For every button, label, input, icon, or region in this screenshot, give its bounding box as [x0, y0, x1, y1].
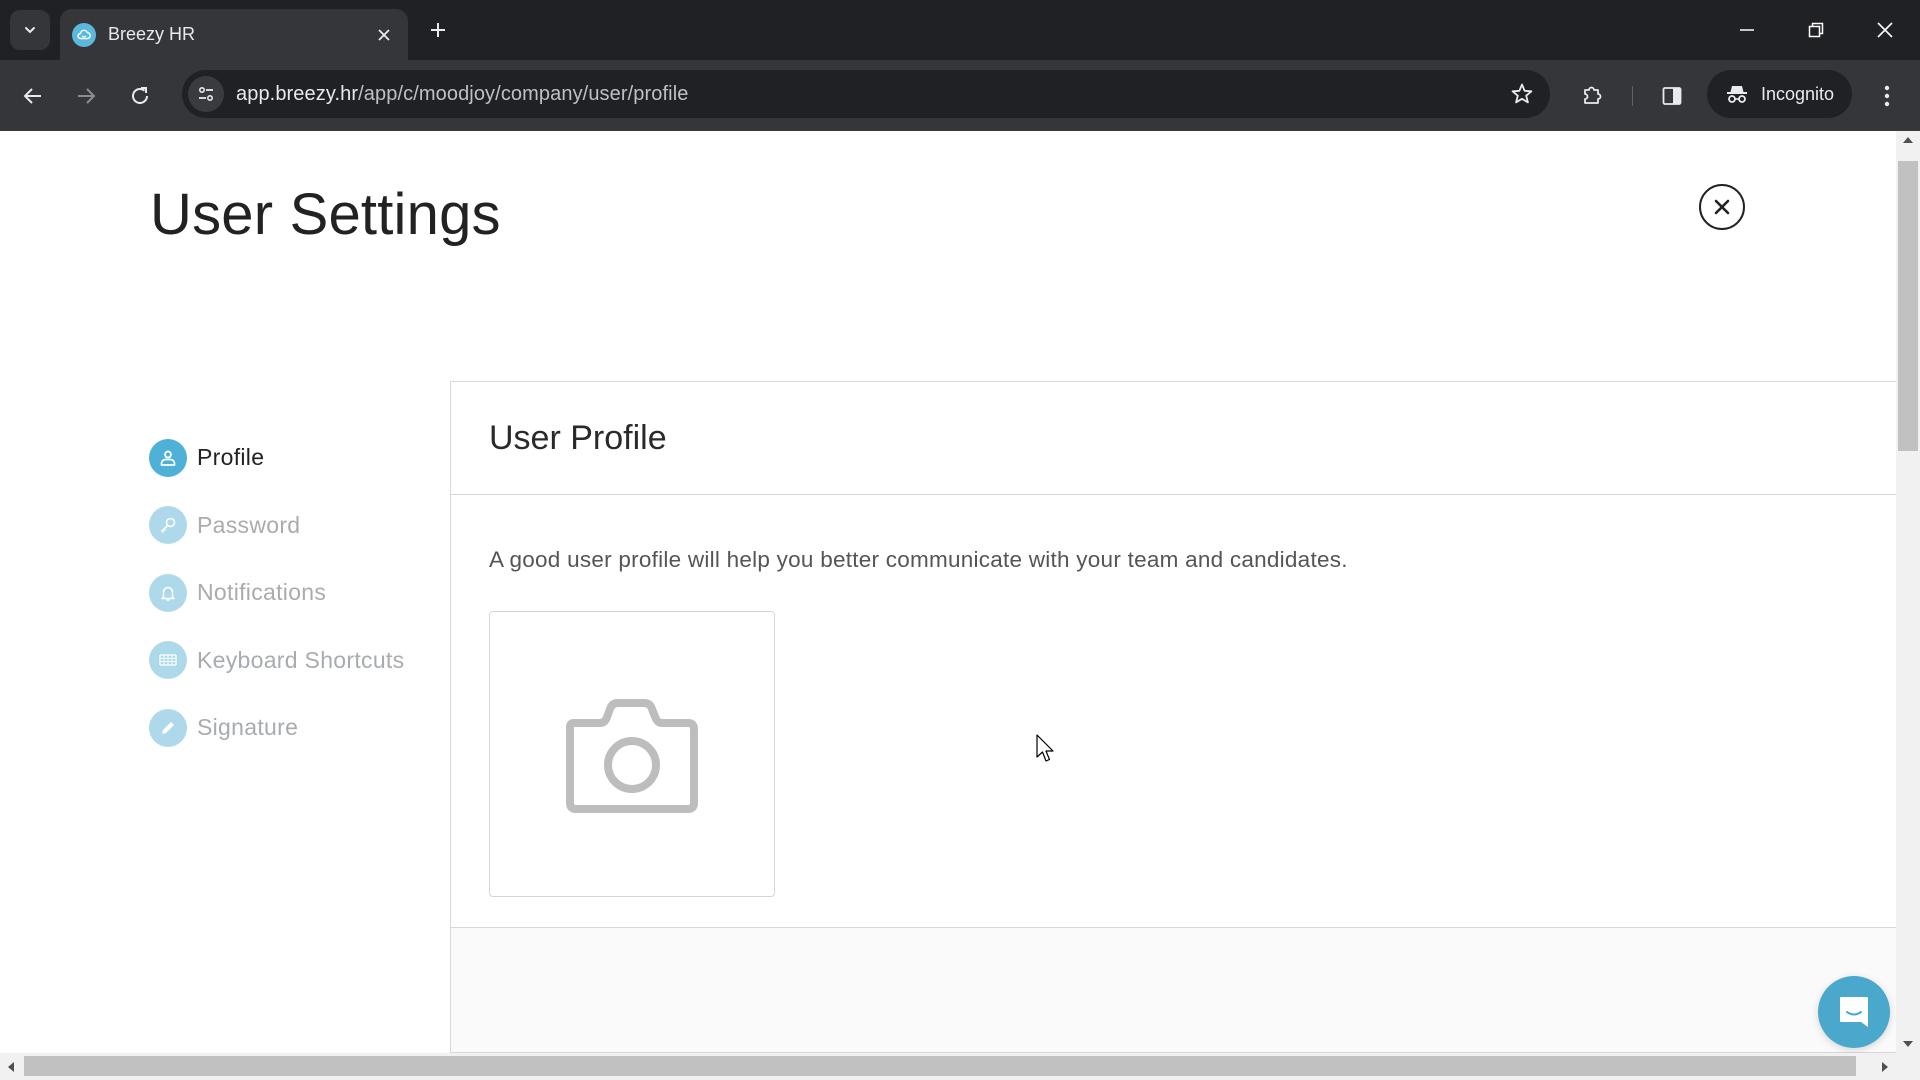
new-tab-button[interactable] — [424, 16, 452, 44]
scroll-left-button[interactable] — [0, 1053, 22, 1080]
sidebar-item-notifications[interactable]: Notifications — [149, 559, 439, 627]
vertical-scrollbar-thumb[interactable] — [1898, 161, 1918, 451]
url-path: /app/c/moodjoy/company/user/profile — [358, 82, 689, 105]
arrow-left-icon — [23, 88, 41, 104]
sidebar-item-password[interactable]: Password — [149, 492, 439, 560]
reload-button[interactable] — [122, 78, 158, 114]
sidebar-item-signature[interactable]: Signature — [149, 694, 439, 762]
plus-icon — [431, 23, 445, 37]
profile-photo-upload[interactable] — [489, 611, 775, 897]
chat-icon — [1840, 997, 1868, 1027]
scrollbar-corner — [1896, 1053, 1920, 1080]
extensions-button[interactable] — [1574, 78, 1610, 114]
kebab-menu-icon — [1884, 85, 1890, 107]
side-panel-button[interactable] — [1654, 78, 1690, 114]
triangle-left-icon — [8, 1061, 14, 1072]
panel-header: User Profile — [451, 382, 1896, 495]
incognito-indicator[interactable]: Incognito — [1707, 70, 1852, 118]
chevron-down-icon — [25, 27, 35, 34]
restore-button[interactable] — [1796, 12, 1836, 48]
camera-icon — [566, 699, 698, 813]
user-profile-panel: User Profile A good user profile will he… — [450, 381, 1896, 1053]
scroll-down-button[interactable] — [1896, 1035, 1920, 1053]
puzzle-icon — [1584, 86, 1602, 104]
sidebar-item-keyboard-shortcuts[interactable]: Keyboard Shortcuts — [149, 627, 439, 695]
close-circle-icon — [1714, 199, 1730, 215]
panel-title: User Profile — [489, 418, 667, 457]
close-settings-button[interactable] — [1699, 184, 1745, 230]
browser-tab[interactable]: Breezy HR — [60, 9, 408, 60]
sidebar-item-label: Signature — [197, 714, 299, 741]
keyboard-icon — [159, 654, 177, 666]
page-content: User Settings Profile Password Notificat… — [0, 131, 1896, 1053]
sidebar-item-label: Keyboard Shortcuts — [197, 646, 405, 673]
browser-toolbar: app.breezy.hr/app/c/moodjoy/company/user… — [0, 60, 1920, 131]
tune-icon — [198, 86, 214, 102]
scroll-up-button[interactable] — [1896, 131, 1920, 149]
tab-close-button[interactable] — [370, 21, 398, 49]
close-window-button[interactable] — [1865, 12, 1905, 48]
address-bar[interactable]: app.breezy.hr/app/c/moodjoy/company/user… — [182, 70, 1550, 118]
panel-body: A good user profile will help you better… — [451, 495, 1896, 928]
vertical-scrollbar[interactable] — [1896, 131, 1920, 1053]
sidebar-item-label: Notifications — [197, 579, 327, 606]
horizontal-scrollbar[interactable] — [0, 1053, 1896, 1080]
minimize-button[interactable] — [1727, 12, 1767, 48]
settings-sidebar: Profile Password Notifications Keyboard … — [149, 424, 439, 762]
sidebar-item-profile[interactable]: Profile — [149, 424, 439, 492]
triangle-down-icon — [1903, 1041, 1913, 1047]
url-domain: app.breezy.hr — [236, 82, 359, 105]
tab-search-button[interactable] — [10, 10, 50, 50]
forward-button[interactable] — [68, 78, 104, 114]
panel-description: A good user profile will help you better… — [489, 547, 1348, 572]
horizontal-scrollbar-thumb[interactable] — [24, 1056, 1856, 1076]
minimize-icon — [1740, 29, 1754, 31]
sidebar-item-label: Profile — [197, 444, 265, 471]
triangle-up-icon — [1903, 137, 1913, 143]
bookmark-button[interactable] — [1508, 80, 1536, 108]
close-icon — [378, 28, 390, 41]
user-icon — [160, 450, 176, 466]
key-icon — [160, 518, 176, 534]
incognito-icon — [1727, 86, 1747, 103]
reload-icon — [132, 87, 148, 104]
sidebar-item-label: Password — [197, 511, 301, 538]
arrow-right-icon — [78, 88, 96, 104]
incognito-label: Incognito — [1761, 83, 1835, 104]
back-button[interactable] — [15, 78, 51, 114]
chat-launcher-button[interactable] — [1818, 976, 1890, 1048]
scroll-right-button[interactable] — [1874, 1053, 1896, 1080]
restore-icon — [1808, 22, 1824, 38]
breezy-cloud-icon — [72, 22, 96, 47]
bell-icon — [161, 586, 175, 601]
page-title: User Settings — [150, 182, 501, 247]
pencil-icon — [162, 721, 174, 734]
side-panel-icon — [1662, 87, 1682, 105]
browser-titlebar: Breezy HR — [0, 0, 1920, 60]
tab-title: Breezy HR — [108, 24, 196, 44]
toolbar-separator — [1632, 86, 1633, 106]
panel-footer — [451, 928, 1896, 1052]
site-info-button[interactable] — [188, 76, 224, 112]
triangle-right-icon — [1882, 1061, 1888, 1072]
close-icon — [1877, 22, 1893, 38]
star-icon — [1511, 83, 1533, 104]
browser-menu-button[interactable] — [1869, 78, 1905, 114]
url-text[interactable]: app.breezy.hr/app/c/moodjoy/company/user… — [236, 83, 688, 106]
